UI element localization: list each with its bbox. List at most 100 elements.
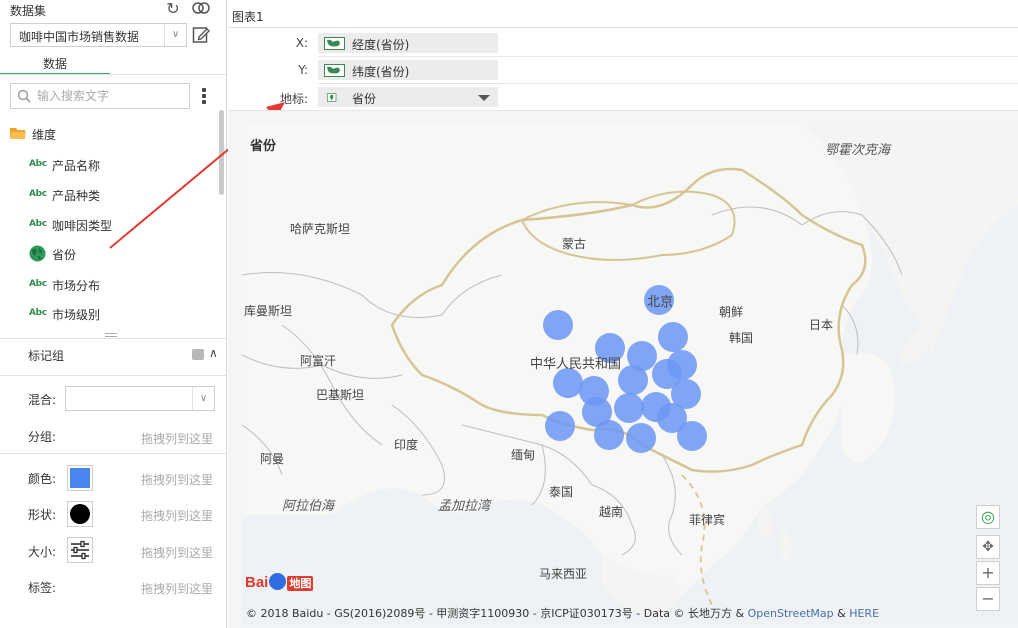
label-thailand: 泰国 [549, 485, 574, 499]
map-field-icon [324, 37, 345, 50]
size-sliders-icon[interactable] [67, 537, 93, 563]
divider [0, 453, 227, 454]
more-menu-icon[interactable] [199, 86, 209, 106]
map-copyright: © 2018 Baidu - GS(2016)2089号 - 甲测资字11009… [246, 607, 880, 620]
label-turkmenistan: 库曼斯坦 [244, 304, 293, 318]
shape-swatch[interactable] [67, 501, 93, 527]
zoom-out-button[interactable]: − [976, 587, 1000, 611]
shape-drop-zone[interactable]: 拖拽列到这里 [141, 507, 213, 524]
tab-data[interactable]: 数据 [0, 55, 110, 75]
label-pakistan: 巴基斯坦 [316, 388, 365, 402]
tag-icon[interactable] [192, 349, 204, 360]
tab-chart1[interactable]: 图表1 [232, 8, 264, 25]
label-beijing: 北京 [647, 295, 674, 310]
chevron-up-icon[interactable]: ∧ [209, 346, 223, 360]
color-swatch[interactable] [67, 465, 93, 491]
chevron-down-icon: ∨ [192, 387, 214, 410]
baidu-paw-icon [269, 573, 287, 590]
label-oman: 阿曼 [260, 452, 285, 466]
pan-icon[interactable]: ✥ [976, 535, 1000, 559]
geo-label: 地标: [279, 92, 308, 106]
field-label: 市场级别 [52, 308, 101, 322]
color-label: 颜色: [28, 472, 57, 486]
text-type-icon: Abc [29, 279, 47, 289]
osm-link[interactable]: OpenStreetMap [748, 607, 834, 620]
color-drop-zone[interactable]: 拖拽列到这里 [141, 471, 213, 488]
x-axis-field-label: 经度(省份) [352, 38, 410, 52]
here-link[interactable]: HERE [849, 607, 879, 620]
left-panel: 数据集 ↻ 咖啡中国市场销售数据 ∨ 数据 输入搜索文字 维度 Abc 产品名称… [0, 0, 227, 628]
label-north-korea: 朝鲜 [719, 305, 744, 319]
y-axis-field-pill[interactable]: 纬度(省份) [318, 60, 498, 80]
dataset-select-value: 咖啡中国市场销售数据 [19, 30, 140, 44]
label-china: 中华人民共和国 [530, 357, 622, 372]
dataset-select[interactable]: 咖啡中国市场销售数据 ∨ [10, 23, 187, 47]
map-field-icon [324, 64, 345, 77]
app-root: 数据集 ↻ 咖啡中国市场销售数据 ∨ 数据 输入搜索文字 维度 Abc 产品名称… [0, 0, 1018, 628]
province-point[interactable] [614, 393, 644, 423]
label-okhotsk: 鄂霍次克海 [825, 143, 891, 158]
province-point[interactable] [594, 420, 624, 450]
province-point[interactable] [658, 322, 688, 352]
chevron-down-icon: ∨ [164, 24, 186, 46]
divider [228, 27, 1018, 28]
label-india: 印度 [394, 438, 419, 452]
label-philippines: 菲律宾 [689, 513, 726, 527]
province-point[interactable] [545, 411, 575, 441]
label-kazakhstan: 哈萨克斯坦 [290, 222, 351, 236]
label-arabian-sea: 阿拉伯海 [282, 499, 335, 514]
map-title: 省份 [250, 139, 277, 154]
y-axis-field-label: 纬度(省份) [352, 65, 410, 79]
group-drop-zone[interactable]: 拖拽列到这里 [141, 430, 213, 447]
field-label: 产品名称 [52, 159, 101, 173]
zoom-in-button[interactable]: + [976, 561, 1000, 585]
search-icon [17, 89, 31, 103]
divider [0, 338, 227, 339]
tab-divider [0, 74, 227, 75]
label-malaysia: 马来西亚 [539, 567, 588, 581]
refresh-icon[interactable]: ↻ [164, 0, 182, 18]
province-points-layer [543, 285, 707, 453]
province-point[interactable] [677, 421, 707, 451]
geo-field-dropdown[interactable]: 省份 [318, 87, 498, 107]
field-search-box [10, 83, 190, 109]
tree-scrollbar[interactable] [219, 110, 224, 195]
map-canvas[interactable]: 省份 鄂霍次克海 哈萨克斯坦 蒙古 库曼斯坦 阿富汗 巴基斯坦 中华人民共和国 … [242, 125, 1018, 625]
panel-splitter[interactable] [105, 333, 117, 337]
province-point[interactable] [626, 423, 656, 453]
text-type-icon: Abc [29, 308, 47, 318]
field-label: 市场分布 [52, 279, 101, 293]
x-axis-label: X: [295, 36, 308, 50]
chart-panel: 图表1 X: 经度(省份) Y: 纬度(省份) 地标: 省份 省份 鄂霍次克海 … [109, 0, 1018, 628]
field-label: 省份 [52, 248, 77, 262]
label-vietnam: 越南 [599, 505, 624, 519]
edit-dataset-icon[interactable] [192, 25, 210, 45]
divider [318, 83, 1018, 84]
province-point[interactable] [553, 368, 583, 398]
field-label: 咖啡因类型 [52, 219, 113, 233]
map-container: 省份 鄂霍次克海 哈萨克斯坦 蒙古 库曼斯坦 阿富汗 巴基斯坦 中华人民共和国 … [228, 110, 1018, 628]
dataset-link-icon[interactable] [190, 0, 212, 18]
divider [318, 56, 1018, 57]
folder-icon [10, 128, 26, 139]
group-label: 分组: [28, 430, 57, 444]
geo-field-label: 省份 [352, 92, 377, 106]
province-point[interactable] [543, 310, 573, 340]
dataset-title: 数据集 [10, 4, 47, 18]
dimension-folder-label: 维度 [32, 128, 57, 142]
field-tree: 维度 Abc 产品名称 Abc 产品种类 Abc 咖啡因类型 省份 Abc 市场… [0, 118, 218, 330]
size-drop-zone[interactable]: 拖拽列到这里 [141, 544, 213, 561]
text-type-icon: Abc [29, 189, 47, 199]
label-south-korea: 韩国 [729, 331, 754, 345]
label-myanmar: 缅甸 [511, 448, 536, 462]
mix-select[interactable]: ∨ [65, 386, 215, 411]
province-point[interactable] [618, 365, 648, 395]
caret-down-icon [478, 95, 490, 101]
label-japan: 日本 [809, 318, 834, 332]
tag-drop-zone[interactable]: 拖拽列到这里 [141, 580, 213, 597]
x-axis-field-pill[interactable]: 经度(省份) [318, 33, 498, 53]
label-bay-of-bengal: 孟加拉湾 [438, 499, 491, 514]
y-axis-label: Y: [298, 63, 308, 77]
locate-icon[interactable]: ◎ [976, 505, 1000, 529]
search-input[interactable] [37, 87, 185, 105]
